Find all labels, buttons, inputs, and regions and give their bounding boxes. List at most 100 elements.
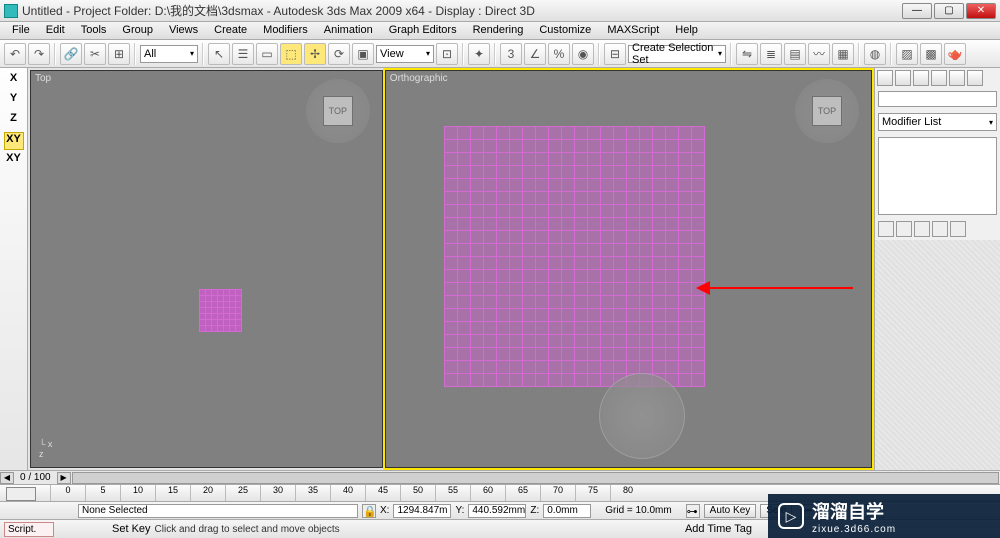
viewcube-left[interactable]: TOP bbox=[306, 79, 370, 143]
select-scale-button[interactable]: ▣ bbox=[352, 43, 374, 65]
x-input[interactable]: 1294.847m bbox=[393, 504, 451, 518]
viewport-top[interactable]: Top TOP └ xz bbox=[30, 70, 383, 468]
pivot-button[interactable]: ⊡ bbox=[436, 43, 458, 65]
plane-object-small[interactable] bbox=[199, 289, 242, 332]
tick: 55 bbox=[435, 485, 470, 501]
render-setup-button[interactable]: ▨ bbox=[896, 43, 918, 65]
ref-coord-combo[interactable]: View bbox=[376, 45, 434, 63]
minimize-button[interactable]: — bbox=[902, 3, 932, 19]
maxscript-mini-listener[interactable]: Script. bbox=[4, 522, 54, 537]
modifier-list-combo[interactable]: Modifier List bbox=[878, 113, 997, 131]
align-button[interactable]: ≣ bbox=[760, 43, 782, 65]
axis-xy2[interactable]: XY bbox=[4, 152, 24, 170]
watermark-play-icon: ▷ bbox=[778, 503, 804, 529]
manip-button[interactable]: ✦ bbox=[468, 43, 490, 65]
pin-stack-button[interactable] bbox=[878, 221, 894, 237]
axis-x[interactable]: X bbox=[4, 72, 24, 90]
spinner-snap-button[interactable]: ◉ bbox=[572, 43, 594, 65]
tab-utilities[interactable] bbox=[967, 70, 983, 86]
redo-button[interactable]: ↷ bbox=[28, 43, 50, 65]
tick: 70 bbox=[540, 485, 575, 501]
undo-button[interactable]: ↶ bbox=[4, 43, 26, 65]
layers-button[interactable]: ▤ bbox=[784, 43, 806, 65]
auto-key-button[interactable]: Auto Key bbox=[704, 504, 757, 518]
percent-snap-button[interactable]: % bbox=[548, 43, 570, 65]
axis-constraints-toolbar: X Y Z XY XY bbox=[0, 68, 28, 470]
object-name-input[interactable] bbox=[878, 91, 997, 107]
modifier-stack[interactable] bbox=[878, 137, 997, 215]
show-result-button[interactable] bbox=[896, 221, 912, 237]
menu-create[interactable]: Create bbox=[206, 22, 255, 39]
menu-group[interactable]: Group bbox=[114, 22, 161, 39]
schematic-button[interactable]: ▦ bbox=[832, 43, 854, 65]
main-toolbar: ↶ ↷ 🔗 ✂ ⊞ All ↖ ☰ ▭ ⬚ ✢ ⟳ ▣ View ⊡ ✦ 3 ∠… bbox=[0, 40, 1000, 68]
window-title: Untitled - Project Folder: D:\我的文档\3dsma… bbox=[22, 2, 902, 19]
select-region-button[interactable]: ▭ bbox=[256, 43, 278, 65]
select-move-button[interactable]: ✢ bbox=[304, 43, 326, 65]
select-button[interactable]: ↖ bbox=[208, 43, 230, 65]
menu-graph-editors[interactable]: Graph Editors bbox=[381, 22, 465, 39]
select-name-button[interactable]: ☰ bbox=[232, 43, 254, 65]
set-key-button[interactable]: Set Key bbox=[112, 523, 151, 535]
watermark-url: zixue.3d66.com bbox=[812, 524, 896, 535]
menu-file[interactable]: File bbox=[4, 22, 38, 39]
menu-rendering[interactable]: Rendering bbox=[465, 22, 532, 39]
menu-maxscript[interactable]: MAXScript bbox=[599, 22, 667, 39]
tab-hierarchy[interactable] bbox=[913, 70, 929, 86]
menu-animation[interactable]: Animation bbox=[316, 22, 381, 39]
slider-right-button[interactable]: ▶ bbox=[57, 472, 71, 484]
unlink-button[interactable]: ✂ bbox=[84, 43, 106, 65]
tab-create[interactable] bbox=[877, 70, 893, 86]
bind-button[interactable]: ⊞ bbox=[108, 43, 130, 65]
axis-z[interactable]: Z bbox=[4, 112, 24, 130]
make-unique-button[interactable] bbox=[914, 221, 930, 237]
steering-wheel[interactable] bbox=[599, 373, 685, 459]
angle-snap-button[interactable]: ∠ bbox=[524, 43, 546, 65]
rendered-frame-button[interactable]: ▩ bbox=[920, 43, 942, 65]
z-input[interactable]: 0.0mm bbox=[543, 504, 591, 518]
render-button[interactable]: 🫖 bbox=[944, 43, 966, 65]
lock-selection-button[interactable]: 🔒 bbox=[362, 504, 376, 518]
tab-modify[interactable] bbox=[895, 70, 911, 86]
tab-display[interactable] bbox=[949, 70, 965, 86]
menu-help[interactable]: Help bbox=[667, 22, 706, 39]
time-slider-track[interactable] bbox=[72, 472, 999, 484]
menu-customize[interactable]: Customize bbox=[531, 22, 599, 39]
maximize-button[interactable]: ▢ bbox=[934, 3, 964, 19]
configure-button[interactable] bbox=[950, 221, 966, 237]
named-sel-button[interactable]: ⊟ bbox=[604, 43, 626, 65]
track-bar-button[interactable] bbox=[6, 487, 36, 501]
plane-object-big[interactable] bbox=[444, 126, 705, 387]
add-time-tag-button[interactable]: Add Time Tag bbox=[685, 523, 752, 535]
axis-gizmo-icon: └ xz bbox=[39, 439, 52, 459]
curve-editor-button[interactable]: 〰 bbox=[808, 43, 830, 65]
y-input[interactable]: 440.592mm bbox=[468, 504, 526, 518]
z-label: Z: bbox=[530, 505, 539, 516]
selection-filter-combo[interactable]: All bbox=[140, 45, 198, 63]
menu-edit[interactable]: Edit bbox=[38, 22, 73, 39]
link-button[interactable]: 🔗 bbox=[60, 43, 82, 65]
viewcube-right[interactable]: TOP bbox=[795, 79, 859, 143]
viewcube-face-r[interactable]: TOP bbox=[812, 96, 842, 126]
rollout-area bbox=[875, 240, 1000, 470]
key-mode-button[interactable]: ⊶ bbox=[686, 504, 700, 518]
tick: 0 bbox=[50, 485, 85, 501]
menu-modifiers[interactable]: Modifiers bbox=[255, 22, 316, 39]
tab-motion[interactable] bbox=[931, 70, 947, 86]
viewcube-face[interactable]: TOP bbox=[323, 96, 353, 126]
selection-status: None Selected bbox=[78, 504, 358, 518]
viewport-orthographic[interactable]: Orthographic TOP bbox=[385, 70, 872, 468]
window-crossing-button[interactable]: ⬚ bbox=[280, 43, 302, 65]
select-rotate-button[interactable]: ⟳ bbox=[328, 43, 350, 65]
slider-left-button[interactable]: ◀ bbox=[0, 472, 14, 484]
axis-y[interactable]: Y bbox=[4, 92, 24, 110]
menu-tools[interactable]: Tools bbox=[73, 22, 115, 39]
material-editor-button[interactable]: ◍ bbox=[864, 43, 886, 65]
menu-views[interactable]: Views bbox=[161, 22, 206, 39]
named-selection-combo[interactable]: Create Selection Set bbox=[628, 45, 726, 63]
close-button[interactable]: ✕ bbox=[966, 3, 996, 19]
mirror-button[interactable]: ⇋ bbox=[736, 43, 758, 65]
snap-button[interactable]: 3 bbox=[500, 43, 522, 65]
axis-xy-active[interactable]: XY bbox=[4, 132, 24, 150]
remove-mod-button[interactable] bbox=[932, 221, 948, 237]
